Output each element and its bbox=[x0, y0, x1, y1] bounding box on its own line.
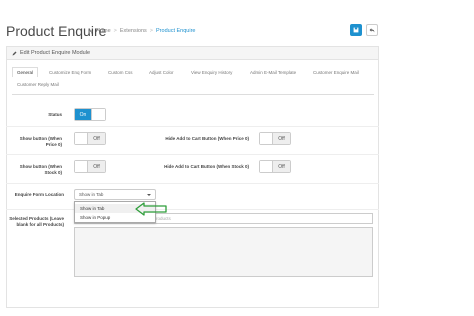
home-icon[interactable] bbox=[88, 29, 93, 34]
toggle-on-label: On bbox=[75, 109, 91, 120]
show-button-price-toggle[interactable]: Off bbox=[74, 132, 106, 145]
hide-cart-stock-toggle[interactable]: Off bbox=[259, 160, 291, 173]
status-toggle[interactable]: On bbox=[74, 108, 106, 121]
location-select[interactable]: Show in Tab bbox=[74, 189, 156, 200]
breadcrumb-separator: > bbox=[113, 28, 117, 34]
reply-icon bbox=[369, 28, 375, 33]
tab-admin-email-template[interactable]: Admin E-Mail Template bbox=[250, 70, 296, 75]
back-button[interactable] bbox=[366, 24, 378, 36]
toggle-knob bbox=[260, 133, 273, 144]
breadcrumb-home[interactable]: Home bbox=[96, 28, 111, 34]
pencil-icon bbox=[12, 51, 17, 55]
tab-custom-css[interactable]: Custom Css bbox=[108, 70, 133, 75]
tab-customer-enquire-mail[interactable]: Customer Enquire Mail bbox=[313, 70, 359, 75]
tab-adjust-color[interactable]: Adjust Color bbox=[149, 70, 174, 75]
selected-products-label: Selected Products (Leave blank for all P… bbox=[9, 216, 64, 227]
tab-view-enquiry-history[interactable]: View Enquiry History bbox=[191, 70, 232, 75]
selected-products-list[interactable] bbox=[74, 227, 373, 277]
breadcrumb-separator: > bbox=[149, 28, 154, 34]
show-button-price-label: Show button (When Price 0) bbox=[19, 136, 62, 147]
breadcrumb: Home > Extensions > Product Enquire bbox=[88, 28, 195, 34]
toggle-off-label: Off bbox=[88, 161, 105, 172]
tab-customize-enq-form[interactable]: Customize Enq Form bbox=[49, 70, 91, 75]
divider bbox=[6, 126, 379, 127]
tab-general[interactable]: General bbox=[12, 67, 39, 77]
divider bbox=[6, 209, 379, 210]
hide-cart-price-toggle[interactable]: Off bbox=[259, 132, 291, 145]
save-icon bbox=[353, 27, 359, 33]
location-label: Enquire Form Location bbox=[14, 192, 64, 197]
toggle-knob bbox=[75, 133, 88, 144]
panel-heading: Edit Product Enquire Module bbox=[7, 47, 378, 60]
toggle-off-label: Off bbox=[273, 133, 290, 144]
annotation-arrow-icon bbox=[135, 202, 167, 216]
breadcrumb-current[interactable]: Product Enquire bbox=[156, 28, 195, 34]
show-button-stock-toggle[interactable]: Off bbox=[74, 160, 106, 173]
breadcrumb-extensions[interactable]: Extensions bbox=[120, 28, 147, 34]
toggle-off-label: Off bbox=[88, 133, 105, 144]
location-select-value: Show in Tab bbox=[79, 192, 104, 197]
toggle-knob bbox=[91, 109, 105, 120]
tab-customer-reply-mail[interactable]: Customer Reply Mail bbox=[17, 82, 59, 87]
show-button-stock-label: Show button (When Stock 0) bbox=[19, 164, 62, 175]
panel-heading-text: Edit Product Enquire Module bbox=[20, 50, 91, 56]
toggle-off-label: Off bbox=[273, 161, 290, 172]
caret-down-icon bbox=[147, 194, 151, 196]
tab-bar: General Customize Enq Form Custom Css Ad… bbox=[12, 67, 374, 95]
hide-cart-stock-label: Hide Add to Cart Button (When Stock 0) bbox=[164, 164, 249, 169]
toggle-knob bbox=[75, 161, 88, 172]
divider bbox=[6, 183, 379, 184]
status-label: Status bbox=[48, 112, 62, 117]
toggle-knob bbox=[260, 161, 273, 172]
hide-cart-price-label: Hide Add to Cart Button (When Price 0) bbox=[165, 136, 249, 141]
save-button[interactable] bbox=[350, 24, 362, 36]
divider bbox=[6, 154, 379, 155]
